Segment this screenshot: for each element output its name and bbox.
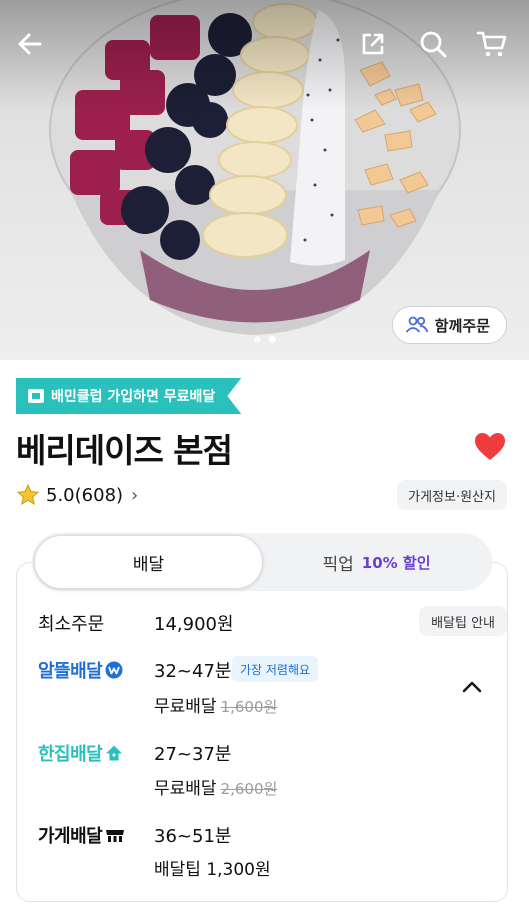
tab-delivery[interactable]: 배달 xyxy=(34,535,263,589)
search-button[interactable] xyxy=(415,26,451,62)
store-delivery-fee: 배달팁 1,300원 xyxy=(154,860,271,880)
cart-button[interactable] xyxy=(474,26,510,62)
chevron-right-icon: › xyxy=(131,484,139,506)
store-info-button[interactable]: 가게정보·원산지 xyxy=(397,480,507,510)
review-count: (608) xyxy=(74,484,124,506)
collapse-button[interactable] xyxy=(457,672,487,702)
brand-alddeul-label: 알뜰배달 xyxy=(38,661,103,682)
brand-store-label: 가게배달 xyxy=(38,826,103,847)
rating-row[interactable]: 5.0 (608) › xyxy=(16,480,138,510)
tab-pickup-label: 픽업 xyxy=(322,554,354,575)
alddeul-logo-icon xyxy=(105,661,123,679)
alddeul-fee: 무료배달 xyxy=(154,697,217,717)
cart-icon xyxy=(476,31,507,57)
share-button[interactable] xyxy=(355,26,391,62)
baemin-club-icon xyxy=(28,389,44,403)
store-name: 베리데이즈 본점 xyxy=(16,431,233,470)
tab-delivery-label: 배달 xyxy=(132,554,165,575)
favorite-heart-icon[interactable] xyxy=(473,430,507,464)
min-order-value: 14,900원 xyxy=(154,614,234,635)
tab-pickup[interactable]: 픽업 10% 할인 xyxy=(263,535,490,589)
chevron-up-icon xyxy=(462,681,482,693)
brand-hanjip-label: 한집배달 xyxy=(38,744,103,765)
back-arrow-icon xyxy=(18,33,42,55)
promo-label: 배민클럽 가입하면 무료배달 xyxy=(51,389,216,405)
search-icon xyxy=(420,31,447,58)
back-button[interactable] xyxy=(12,26,48,62)
hanjip-house-icon xyxy=(106,745,123,761)
share-icon xyxy=(362,33,384,55)
pager-dot xyxy=(253,336,261,343)
pickup-discount-label: 10% 할인 xyxy=(361,553,431,572)
hanjip-time: 27~37분 xyxy=(154,744,232,765)
hanjip-original-fee: 2,600원 xyxy=(220,780,278,798)
star-icon xyxy=(16,483,40,506)
brand-alddeul-delivery: 알뜰배달 xyxy=(38,657,123,683)
pager-dot-active xyxy=(268,336,276,343)
group-order-label: 함께주문 xyxy=(434,316,490,335)
brand-hanjip-delivery: 한집배달 xyxy=(38,740,123,766)
alddeul-time: 32~47분 xyxy=(154,661,232,682)
baemin-club-promo-banner[interactable]: 배민클럽 가입하면 무료배달 xyxy=(16,378,241,414)
store-delivery-icon xyxy=(106,830,125,842)
delivery-tip-info-button[interactable]: 배달팁 안내 xyxy=(419,606,507,636)
alddeul-original-fee: 1,600원 xyxy=(220,698,278,716)
people-icon xyxy=(405,316,429,333)
brand-store-delivery: 가게배달 xyxy=(38,822,125,848)
alddeul-fee-line: 무료배달 1,600원 xyxy=(154,692,277,717)
image-pager xyxy=(0,336,529,343)
min-order-label: 최소주문 xyxy=(38,614,105,635)
rating-value: 5.0 xyxy=(46,484,75,506)
cheapest-badge: 가장 저렴해요 xyxy=(232,656,319,682)
hanjip-fee: 무료배달 xyxy=(154,779,217,799)
hanjip-fee-line: 무료배달 2,600원 xyxy=(154,774,277,799)
order-type-tabs: 배달 픽업 10% 할인 xyxy=(32,533,492,591)
store-delivery-time: 36~51분 xyxy=(154,826,232,847)
